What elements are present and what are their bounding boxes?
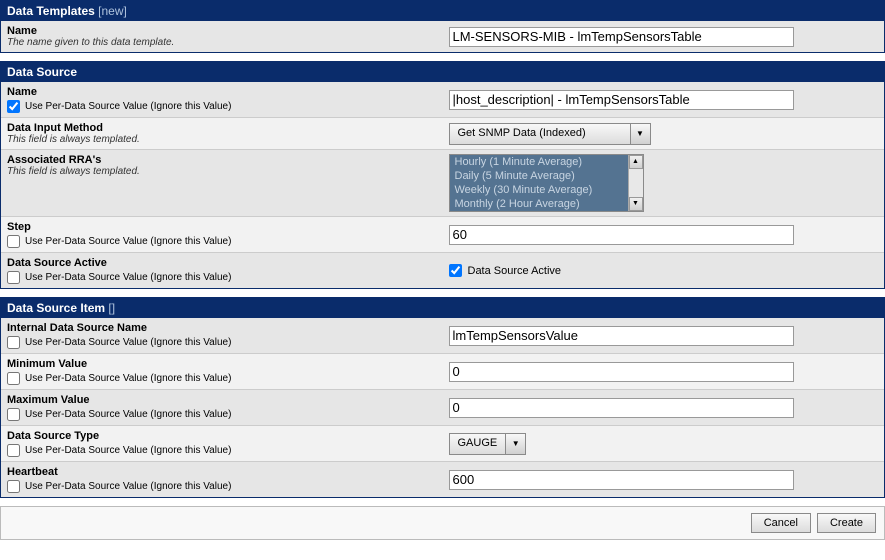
scroll-track[interactable] <box>629 169 643 197</box>
row-max-value: Maximum Value Use Per-Data Source Value … <box>1 390 884 426</box>
rra-option-1[interactable]: Daily (5 Minute Average) <box>450 169 643 183</box>
input-max-value[interactable] <box>449 398 794 418</box>
label-step: Step <box>7 221 437 233</box>
rra-option-2[interactable]: Weekly (30 Minute Average) <box>450 183 643 197</box>
bracket-close: ] <box>124 4 127 18</box>
label-ds-name: Name <box>7 86 437 98</box>
section-title-dsi: Data Source Item <box>7 301 105 315</box>
checkbox-ds-active-perds[interactable] <box>7 271 20 284</box>
cancel-button[interactable]: Cancel <box>751 513 811 533</box>
multiselect-rra[interactable]: Hourly (1 Minute Average) Daily (5 Minut… <box>449 154 644 212</box>
checkbox-ds-name-perds[interactable] <box>7 100 20 113</box>
desc-name: The name given to this data template. <box>7 37 437 48</box>
scroll-up-icon[interactable]: ▲ <box>629 155 643 169</box>
row-ds-type: Data Source Type Use Per-Data Source Val… <box>1 426 884 462</box>
label-max-value: Maximum Value <box>7 394 437 406</box>
row-template-name: Name The name given to this data templat… <box>1 21 884 52</box>
label-ds-type: Data Source Type <box>7 430 437 442</box>
row-ds-name: Name Use Per-Data Source Value (Ignore t… <box>1 82 884 118</box>
section-header-data-source-item: Data Source Item [] <box>1 298 884 318</box>
row-heartbeat: Heartbeat Use Per-Data Source Value (Ign… <box>1 462 884 497</box>
scroll-down-icon[interactable]: ▼ <box>629 197 643 211</box>
row-ds-active: Data Source Active Use Per-Data Source V… <box>1 253 884 288</box>
input-internal-name[interactable] <box>449 326 794 346</box>
sublabel-ds-type-perds: Use Per-Data Source Value (Ignore this V… <box>25 445 231 456</box>
input-ds-name[interactable] <box>449 90 794 110</box>
label-name: Name <box>7 25 437 37</box>
input-min-value[interactable] <box>449 362 794 382</box>
section-header-data-source: Data Source <box>1 62 884 82</box>
sublabel-ds-name-perds: Use Per-Data Source Value (Ignore this V… <box>25 101 231 112</box>
sublabel-max-value-perds: Use Per-Data Source Value (Ignore this V… <box>25 409 231 420</box>
section-title: Data Templates <box>7 4 95 18</box>
checkbox-heartbeat-perds[interactable] <box>7 480 20 493</box>
label-rra: Associated RRA's <box>7 154 437 166</box>
checkbox-step-perds[interactable] <box>7 235 20 248</box>
rra-option-0[interactable]: Hourly (1 Minute Average) <box>450 155 643 169</box>
checkbox-max-value-perds[interactable] <box>7 408 20 421</box>
checkbox-ds-active[interactable] <box>449 264 462 277</box>
desc-input-method: This field is always templated. <box>7 134 437 145</box>
label-input-method: Data Input Method <box>7 122 437 134</box>
input-step[interactable] <box>449 225 794 245</box>
row-min-value: Minimum Value Use Per-Data Source Value … <box>1 354 884 390</box>
checkbox-internal-name-perds[interactable] <box>7 336 20 349</box>
chevron-down-icon: ▼ <box>630 124 650 144</box>
section-header-data-templates: Data Templates [new] <box>1 1 884 21</box>
row-step: Step Use Per-Data Source Value (Ignore t… <box>1 217 884 253</box>
footer-bar: Cancel Create <box>0 506 885 540</box>
select-ds-type[interactable]: GAUGE ▼ <box>449 433 527 455</box>
scrollbar-rra[interactable]: ▲ ▼ <box>628 155 643 211</box>
chevron-down-icon: ▼ <box>505 434 525 454</box>
sublabel-internal-name-perds: Use Per-Data Source Value (Ignore this V… <box>25 337 231 348</box>
select-ds-type-value: GAUGE <box>450 434 506 454</box>
bracket-close-dsi: ] <box>112 301 115 315</box>
label-heartbeat: Heartbeat <box>7 466 437 478</box>
row-internal-name: Internal Data Source Name Use Per-Data S… <box>1 318 884 354</box>
row-rra: Associated RRA's This field is always te… <box>1 150 884 217</box>
sublabel-ds-active-perds: Use Per-Data Source Value (Ignore this V… <box>25 272 231 283</box>
input-template-name[interactable] <box>449 27 794 47</box>
section-data-templates: Data Templates [new] Name The name given… <box>0 0 885 53</box>
sublabel-heartbeat-perds: Use Per-Data Source Value (Ignore this V… <box>25 481 231 492</box>
checkbox-min-value-perds[interactable] <box>7 372 20 385</box>
sublabel-step-perds: Use Per-Data Source Value (Ignore this V… <box>25 236 231 247</box>
new-tag: new <box>102 4 124 18</box>
rra-option-3[interactable]: Monthly (2 Hour Average) <box>450 197 643 211</box>
section-data-source-item: Data Source Item [] Internal Data Source… <box>0 297 885 498</box>
label-ds-active: Data Source Active <box>7 257 437 269</box>
checkbox-ds-type-perds[interactable] <box>7 444 20 457</box>
sublabel-min-value-perds: Use Per-Data Source Value (Ignore this V… <box>25 373 231 384</box>
create-button[interactable]: Create <box>817 513 876 533</box>
select-input-method-value: Get SNMP Data (Indexed) <box>450 124 630 144</box>
row-input-method: Data Input Method This field is always t… <box>1 118 884 150</box>
label-ds-active-right: Data Source Active <box>468 265 562 277</box>
select-input-method[interactable]: Get SNMP Data (Indexed) ▼ <box>449 123 651 145</box>
label-internal-name: Internal Data Source Name <box>7 322 437 334</box>
label-min-value: Minimum Value <box>7 358 437 370</box>
input-heartbeat[interactable] <box>449 470 794 490</box>
section-data-source: Data Source Name Use Per-Data Source Val… <box>0 61 885 289</box>
desc-rra: This field is always templated. <box>7 166 437 177</box>
